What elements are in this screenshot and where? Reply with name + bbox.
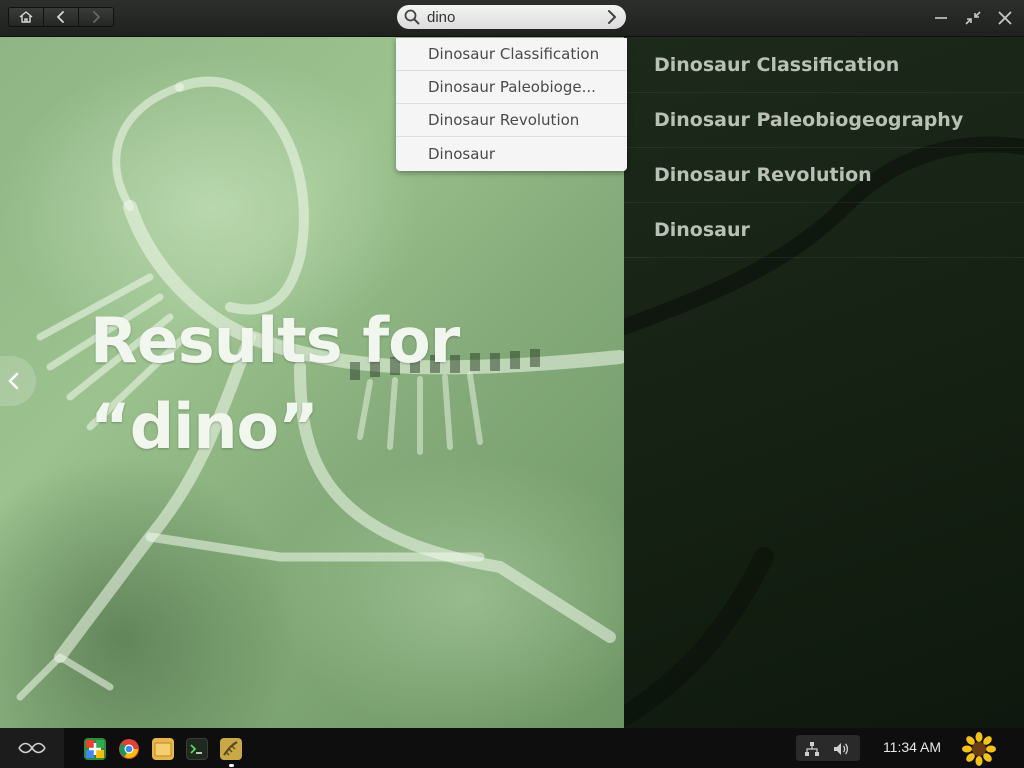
back-button[interactable] — [43, 7, 79, 27]
forward-button[interactable] — [78, 7, 114, 27]
os-menu-button[interactable] — [0, 728, 64, 768]
network-icon[interactable] — [804, 741, 820, 757]
page-title-line1: Results for — [90, 304, 460, 377]
result-item[interactable]: Dinosaur Revolution — [624, 148, 1024, 203]
search-suggestions: Dinosaur Classification Dinosaur Paleobi… — [396, 38, 627, 171]
encyclopedia-icon[interactable] — [220, 738, 242, 760]
result-item[interactable]: Dinosaur — [624, 203, 1024, 258]
home-icon — [19, 11, 33, 23]
suggestion-item[interactable]: Dinosaur Paleobioge... — [396, 71, 627, 104]
terminal-icon[interactable] — [186, 738, 208, 760]
search-go-icon[interactable] — [607, 10, 617, 24]
active-app-indicator — [229, 764, 234, 767]
page-title: Results for “dino” — [90, 298, 530, 470]
volume-icon[interactable] — [832, 741, 850, 757]
close-icon[interactable] — [997, 10, 1013, 26]
search-box — [397, 5, 626, 29]
result-item[interactable]: Dinosaur Classification — [624, 37, 1024, 93]
app-store-icon[interactable] — [84, 738, 106, 760]
home-button[interactable] — [8, 7, 44, 27]
top-bar — [0, 0, 1024, 37]
minimize-icon[interactable] — [933, 10, 949, 26]
endless-logo-icon — [18, 742, 46, 754]
clock[interactable]: 11:34 AM — [872, 739, 952, 755]
result-item[interactable]: Dinosaur Paleobiogeography — [624, 93, 1024, 148]
taskbar: 11:34 AM — [0, 728, 1024, 768]
suggestion-item[interactable]: Dinosaur — [396, 137, 627, 170]
suggestion-item[interactable]: Dinosaur Classification — [396, 38, 627, 71]
chevron-left-icon — [8, 372, 19, 390]
sunflower-icon[interactable] — [962, 732, 996, 766]
page-title-query: “dino” — [90, 390, 319, 463]
search-input[interactable] — [427, 7, 587, 27]
chrome-icon[interactable] — [118, 738, 140, 760]
system-tray — [796, 735, 860, 761]
search-icon — [404, 9, 420, 25]
chevron-right-icon — [93, 11, 100, 23]
files-icon[interactable] — [152, 738, 174, 760]
suggestion-item[interactable]: Dinosaur Revolution — [396, 104, 627, 137]
unmaximize-icon[interactable] — [964, 10, 982, 26]
chevron-left-icon — [57, 11, 64, 23]
navigation-buttons — [8, 7, 114, 29]
results-list: Dinosaur Classification Dinosaur Paleobi… — [624, 37, 1024, 258]
